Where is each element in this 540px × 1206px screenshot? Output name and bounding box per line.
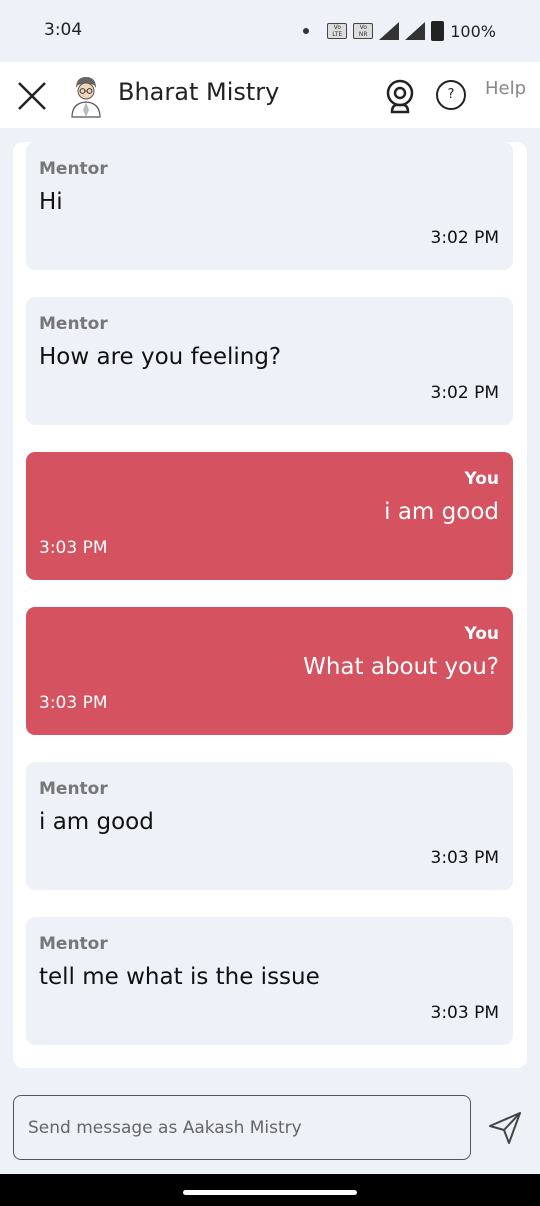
chat-messages-panel[interactable]: Mentor Hi 3:02 PM Mentor How are you fee… <box>13 142 527 1068</box>
message-sender: Mentor <box>39 314 108 334</box>
battery-percent: 100% <box>450 21 496 41</box>
notification-dot-icon <box>303 28 310 34</box>
message-text: tell me what is the issue <box>39 964 320 990</box>
message-bubble-you: You What about you? 3:03 PM <box>26 607 513 735</box>
close-icon[interactable] <box>16 80 48 112</box>
help-link[interactable]: Help <box>485 78 526 99</box>
signal-icon-2 <box>405 22 426 40</box>
message-time: 3:03 PM <box>39 693 108 713</box>
volte-nr-icon: Vo NR <box>353 23 374 39</box>
message-sender: Mentor <box>39 779 108 799</box>
system-nav-bar <box>0 1174 540 1206</box>
message-time: 3:03 PM <box>39 538 108 558</box>
battery-icon <box>431 21 445 41</box>
status-bar: 3:04 Vo LTE Vo NR 100% <box>0 0 540 62</box>
message-sender: Mentor <box>39 934 108 954</box>
signal-icon <box>379 22 400 40</box>
message-bubble-you: You i am good 3:03 PM <box>26 452 513 580</box>
message-text: Hi <box>39 189 63 215</box>
webcam-icon[interactable] <box>384 78 416 114</box>
message-sender: You <box>464 469 499 489</box>
help-icon[interactable]: ? <box>436 80 466 110</box>
message-time: 3:02 PM <box>430 228 500 248</box>
volte-lte-icon: Vo LTE <box>327 23 348 39</box>
message-bubble-mentor: Mentor How are you feeling? 3:02 PM <box>26 297 513 425</box>
status-icons: Vo LTE Vo NR 100% <box>303 19 496 43</box>
message-text: How are you feeling? <box>39 344 282 370</box>
message-composer <box>13 1095 471 1160</box>
avatar <box>71 77 101 118</box>
send-icon[interactable] <box>487 1110 523 1146</box>
chat-title: Bharat Mistry <box>118 78 280 106</box>
message-time: 3:03 PM <box>430 848 500 868</box>
message-time: 3:03 PM <box>430 1003 500 1023</box>
message-sender: You <box>464 624 499 644</box>
home-indicator[interactable] <box>183 1190 357 1195</box>
message-sender: Mentor <box>39 159 108 179</box>
message-text: What about you? <box>303 654 499 680</box>
message-text: i am good <box>39 809 154 835</box>
message-bubble-mentor: Mentor tell me what is the issue 3:03 PM <box>26 917 513 1045</box>
message-bubble-mentor: Mentor i am good 3:03 PM <box>26 762 513 890</box>
message-bubble-mentor: Mentor Hi 3:02 PM <box>26 142 513 270</box>
chat-header: Bharat Mistry ? Help <box>0 62 540 128</box>
message-time: 3:02 PM <box>430 383 500 403</box>
message-input[interactable] <box>26 1096 450 1160</box>
status-time: 3:04 <box>44 20 83 40</box>
message-text: i am good <box>384 499 499 525</box>
